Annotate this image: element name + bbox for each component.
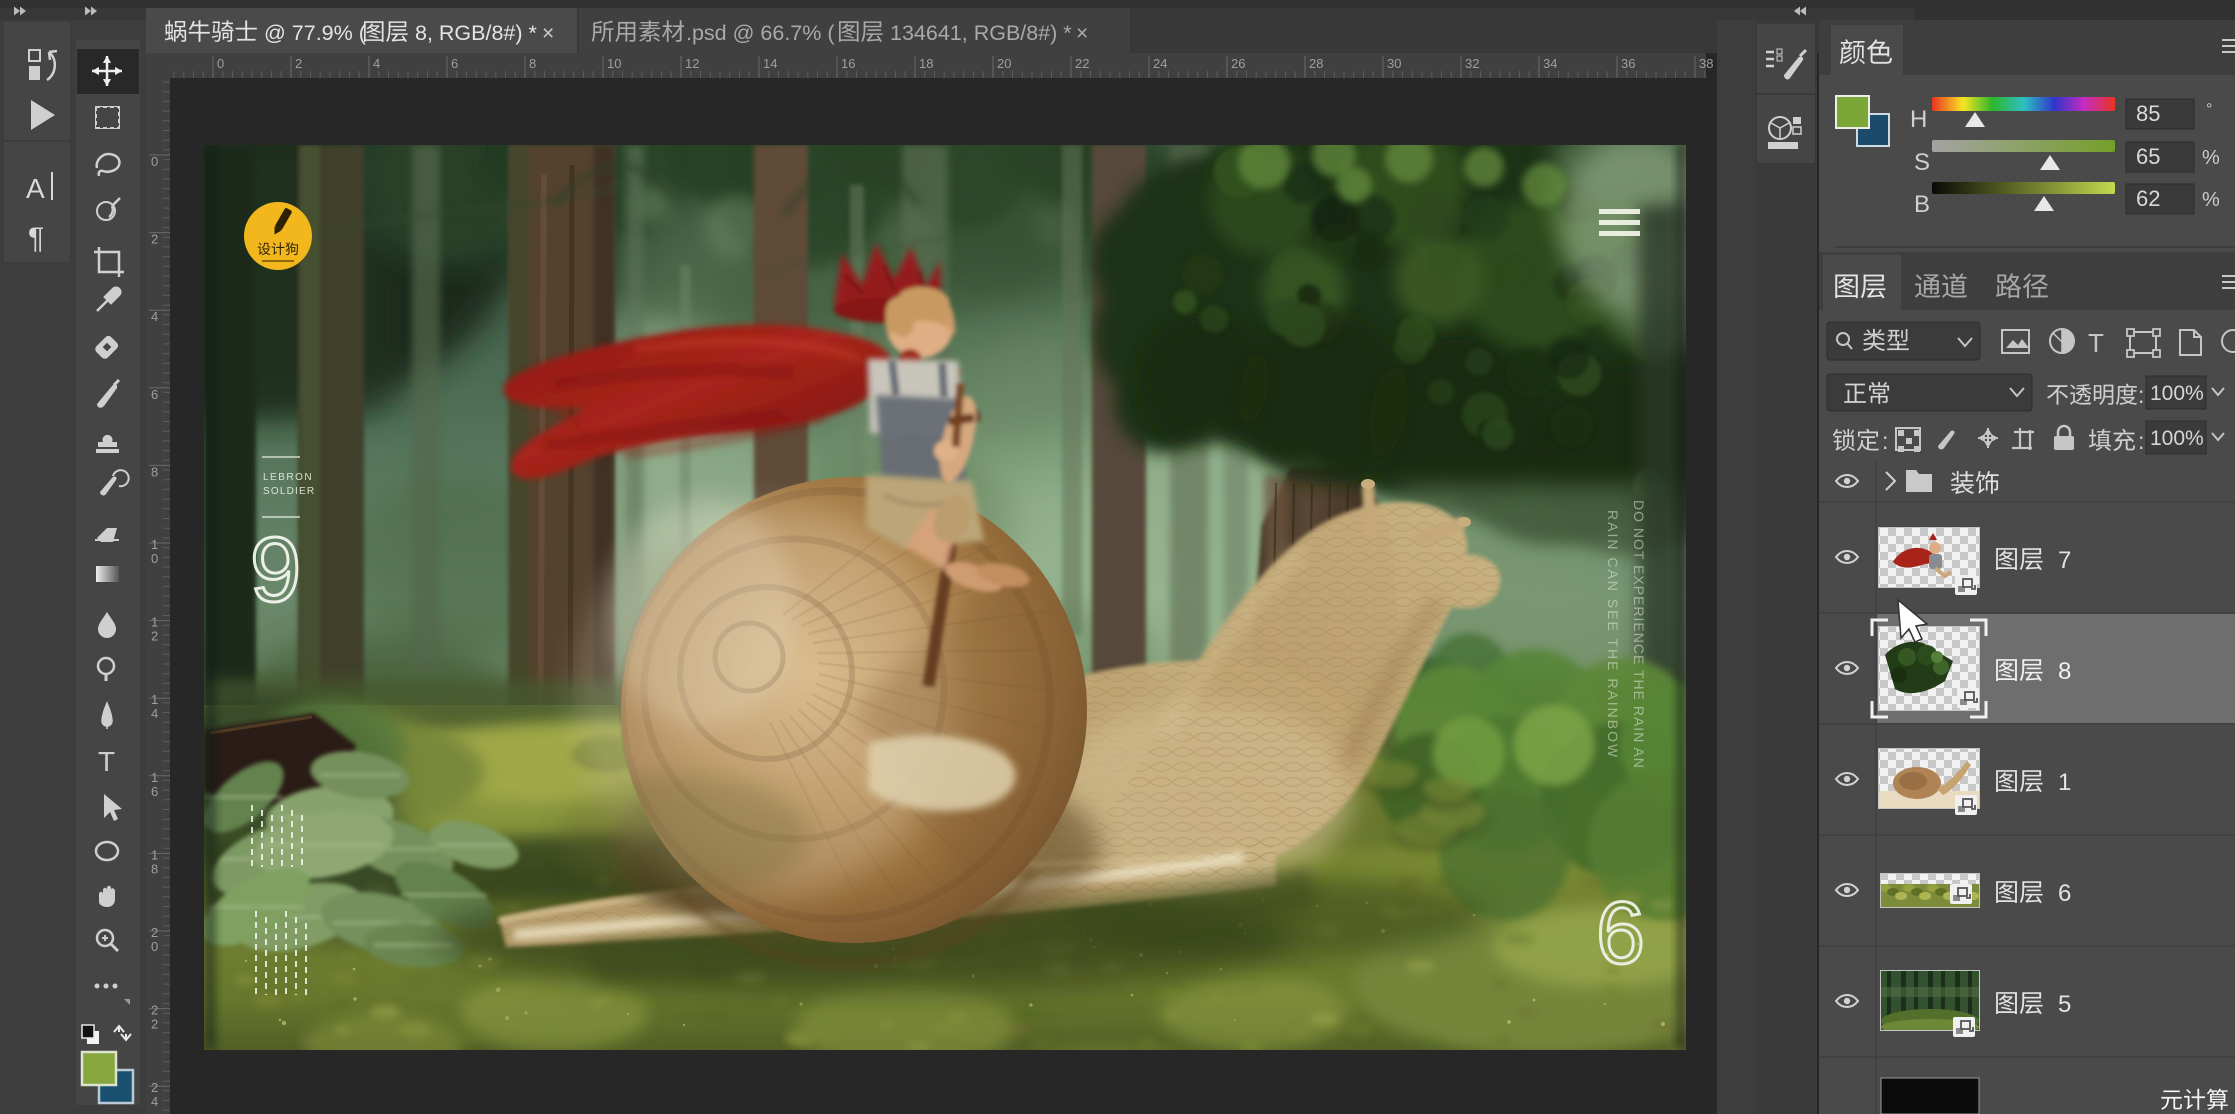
svg-text:×: × <box>542 22 554 45</box>
svg-text:8: 8 <box>151 861 158 876</box>
svg-text:14: 14 <box>763 56 777 71</box>
svg-text:SOLDIER: SOLDIER <box>263 486 315 497</box>
svg-text:B: B <box>1914 191 1930 218</box>
svg-text:S: S <box>1914 149 1930 176</box>
svg-text::: : <box>1882 428 1888 454</box>
svg-text:2: 2 <box>151 925 158 940</box>
svg-text:1: 1 <box>151 770 158 785</box>
svg-text:4: 4 <box>151 706 158 721</box>
svg-text:34: 34 <box>1543 56 1557 71</box>
svg-text:4: 4 <box>151 309 158 324</box>
svg-text:6: 6 <box>451 56 458 71</box>
svg-text:6: 6 <box>151 784 158 799</box>
svg-text:¶: ¶ <box>28 222 44 255</box>
svg-text:100%: 100% <box>2150 382 2204 405</box>
svg-text:10: 10 <box>607 56 621 71</box>
svg-text:6: 6 <box>1596 883 1645 982</box>
svg-text:T: T <box>2088 328 2104 358</box>
svg-text:RAIN CAN SEE THE RAINBOW: RAIN CAN SEE THE RAINBOW <box>1605 510 1621 759</box>
svg-text:22: 22 <box>1075 56 1089 71</box>
svg-text:28: 28 <box>1309 56 1323 71</box>
svg-text:2: 2 <box>151 629 158 644</box>
svg-text::: : <box>2138 382 2144 408</box>
svg-text:5: 5 <box>2058 991 2071 1018</box>
svg-text:26: 26 <box>1231 56 1245 71</box>
svg-text:%: % <box>2202 189 2220 211</box>
svg-text:8, RGB/8#) *: 8, RGB/8#) * <box>415 21 538 45</box>
svg-text:9: 9 <box>250 519 301 621</box>
svg-text:LEBRON: LEBRON <box>263 472 313 483</box>
svg-text:A: A <box>26 173 45 204</box>
svg-text:%: % <box>2202 147 2220 169</box>
svg-text:12: 12 <box>685 56 699 71</box>
svg-text:.psd @ 66.7% (: .psd @ 66.7% ( <box>686 21 835 45</box>
svg-text:2: 2 <box>151 1080 158 1095</box>
svg-text:0: 0 <box>217 56 224 71</box>
svg-text:1: 1 <box>151 847 158 862</box>
svg-text:0: 0 <box>151 939 158 954</box>
svg-text:32: 32 <box>1465 56 1479 71</box>
svg-text:36: 36 <box>1621 56 1635 71</box>
svg-text:°: ° <box>2206 101 2212 118</box>
svg-text:2: 2 <box>151 1003 158 1018</box>
svg-text:100%: 100% <box>2150 427 2204 450</box>
svg-text:7: 7 <box>2058 547 2071 574</box>
svg-text:18: 18 <box>919 56 933 71</box>
svg-text:65: 65 <box>2136 144 2160 169</box>
svg-text:H: H <box>1910 106 1927 133</box>
svg-text:×: × <box>1076 22 1088 45</box>
svg-text:16: 16 <box>841 56 855 71</box>
svg-text:2: 2 <box>151 1017 158 1032</box>
svg-text:4: 4 <box>151 1094 158 1109</box>
svg-text:8: 8 <box>529 56 536 71</box>
svg-text:2: 2 <box>295 56 302 71</box>
svg-text:20: 20 <box>997 56 1011 71</box>
svg-text:38: 38 <box>1699 56 1713 71</box>
svg-text:4: 4 <box>373 56 380 71</box>
svg-text::: : <box>2138 428 2144 454</box>
svg-text:2: 2 <box>151 232 158 247</box>
svg-text:6: 6 <box>151 387 158 402</box>
svg-text:1: 1 <box>151 615 158 630</box>
svg-text:1: 1 <box>151 537 158 552</box>
svg-text:24: 24 <box>1153 56 1167 71</box>
svg-text:T: T <box>98 746 115 777</box>
svg-text:@ 77.9% (: @ 77.9% ( <box>264 21 367 45</box>
svg-text:0: 0 <box>151 154 158 169</box>
svg-text:62: 62 <box>2136 186 2160 211</box>
svg-text:1: 1 <box>2058 769 2071 796</box>
svg-text:8: 8 <box>151 464 158 479</box>
svg-text:85: 85 <box>2136 101 2160 126</box>
svg-text:0: 0 <box>151 551 158 566</box>
svg-text:30: 30 <box>1387 56 1401 71</box>
svg-text:1: 1 <box>151 692 158 707</box>
svg-text:8: 8 <box>2058 658 2071 685</box>
svg-text:6: 6 <box>2058 880 2071 907</box>
svg-text:134641, RGB/8#) *: 134641, RGB/8#) * <box>890 21 1072 45</box>
svg-text:DO NOT EXPERIENCE THE RAIN AN: DO NOT EXPERIENCE THE RAIN AN <box>1631 500 1647 769</box>
